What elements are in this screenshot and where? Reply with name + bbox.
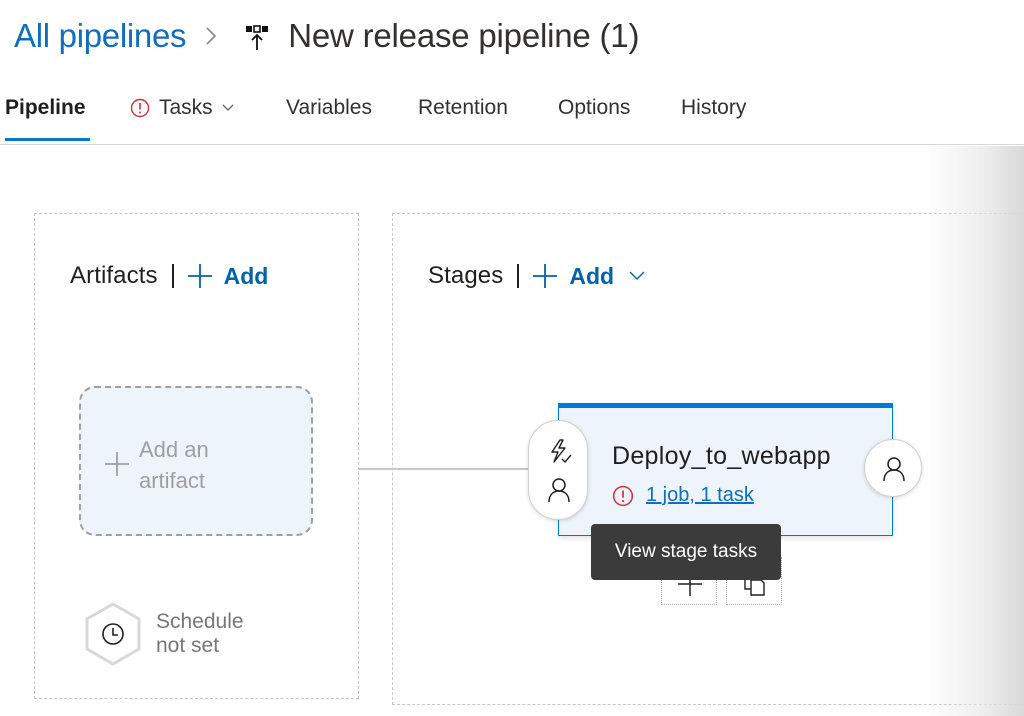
- schedule-label-line2: not set: [156, 634, 220, 657]
- stage-summary: 1 job, 1 task: [612, 484, 754, 507]
- stage-card[interactable]: Deploy_to_webapp 1 job, 1 task: [558, 403, 893, 536]
- all-pipelines-link[interactable]: All pipelines: [14, 17, 187, 55]
- pre-deployment-conditions: [528, 420, 588, 520]
- divider: [171, 264, 174, 288]
- plus-icon: [187, 264, 212, 288]
- tab-tasks-label: Tasks: [159, 96, 213, 119]
- add-artifact-placeholder: Add an artifact: [139, 437, 209, 493]
- schedule-clock-icon: [85, 602, 141, 666]
- tab-options[interactable]: Options: [558, 96, 630, 120]
- post-deployment-conditions[interactable]: [864, 439, 922, 497]
- breadcrumb: All pipelines New release pipeline (1): [14, 14, 639, 58]
- chevron-down-icon: [629, 271, 645, 280]
- stage-name: Deploy_to_webapp: [612, 442, 831, 470]
- tab-bar: Pipeline Tasks Variables Retention Optio…: [0, 88, 1024, 145]
- tabs-divider: [0, 144, 1024, 145]
- plus-icon: [533, 264, 558, 288]
- tab-history-label: History: [681, 96, 747, 119]
- active-tab-indicator: [5, 138, 90, 141]
- plus-icon: [105, 452, 129, 476]
- chevron-down-icon: [221, 103, 235, 113]
- tab-options-label: Options: [558, 96, 631, 119]
- error-icon: [130, 98, 150, 118]
- schedule-label-line1: Schedule: [156, 610, 244, 633]
- add-stage-button[interactable]: Add: [533, 263, 646, 290]
- artifacts-header: Artifacts Add: [70, 262, 268, 290]
- view-stage-tasks-link[interactable]: 1 job, 1 task: [646, 484, 754, 507]
- tab-pipeline[interactable]: Pipeline: [5, 96, 86, 120]
- artifacts-title: Artifacts: [70, 262, 158, 289]
- schedule-label: Schedule not set: [156, 610, 244, 658]
- tab-retention[interactable]: Retention: [418, 96, 508, 120]
- tab-variables[interactable]: Variables: [286, 96, 372, 120]
- tab-variables-label: Variables: [286, 96, 372, 119]
- page-title: New release pipeline (1): [288, 17, 640, 54]
- tab-retention-label: Retention: [418, 96, 508, 119]
- divider: [517, 264, 520, 288]
- schedule-trigger[interactable]: Schedule not set: [82, 601, 244, 667]
- stages-title: Stages: [428, 262, 504, 289]
- error-icon: [612, 485, 634, 507]
- trigger-icon[interactable]: [545, 437, 573, 465]
- tab-history[interactable]: History: [681, 96, 746, 120]
- chevron-right-icon: [204, 25, 218, 47]
- post-approval-user-icon: [883, 457, 905, 482]
- release-pipeline-icon: [244, 22, 270, 50]
- add-artifact-card[interactable]: Add an artifact: [79, 386, 313, 536]
- stages-header: Stages Add: [428, 262, 646, 290]
- tab-tasks[interactable]: Tasks: [130, 96, 235, 120]
- tab-pipeline-label: Pipeline: [5, 96, 86, 119]
- add-artifact-label: Add: [223, 262, 269, 289]
- tooltip: View stage tasks: [591, 524, 781, 580]
- pre-approval-user-icon[interactable]: [545, 476, 573, 504]
- add-stage-label: Add: [569, 262, 615, 289]
- add-artifact-button[interactable]: Add: [187, 262, 269, 290]
